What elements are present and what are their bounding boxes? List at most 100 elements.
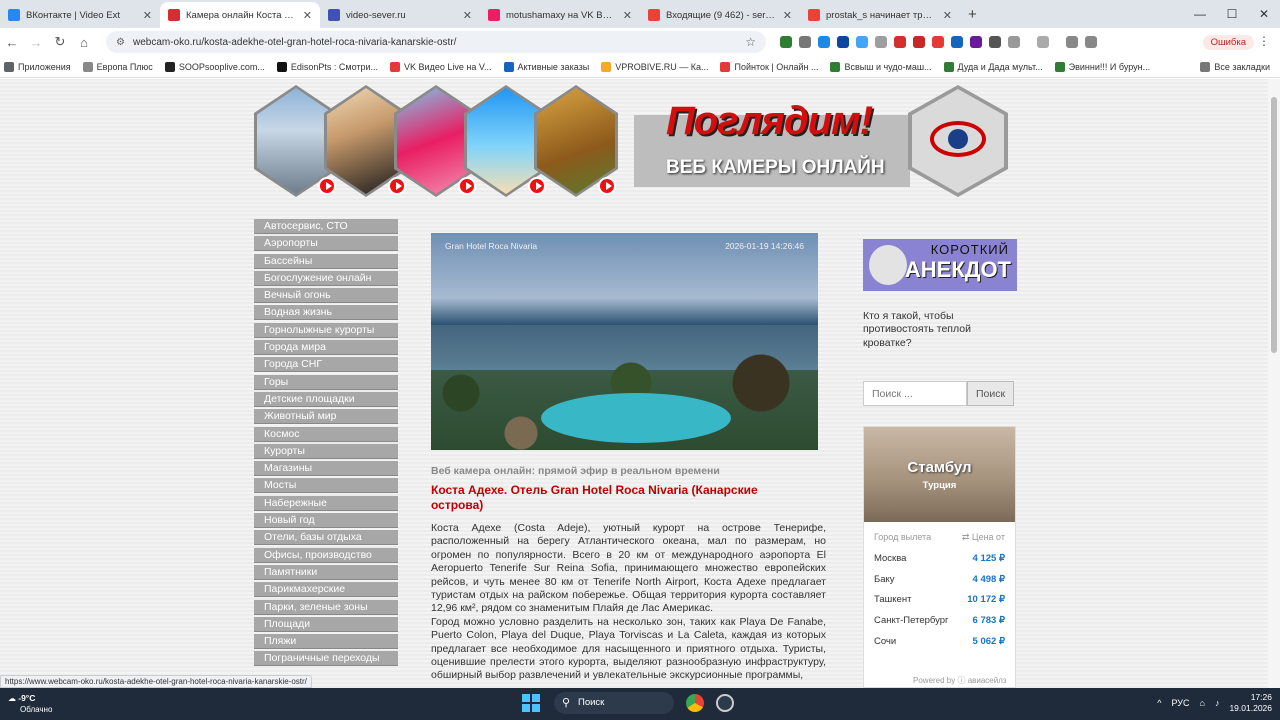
reload-icon[interactable]: ↻ — [48, 34, 72, 50]
extension-icon[interactable] — [894, 36, 906, 48]
clock[interactable]: 17:26 19.01.2026 — [1229, 692, 1272, 714]
media-icon[interactable] — [1085, 36, 1097, 48]
new-tab-button[interactable]: + — [968, 2, 977, 28]
bookmark-star-icon[interactable]: ☆ — [745, 35, 756, 49]
browser-tab[interactable]: prostak_s начинает трансляцию ✕ — [800, 2, 960, 28]
profile-error-button[interactable]: Ошибка — [1202, 34, 1254, 50]
category-menu-item[interactable]: Пляжи — [254, 634, 398, 650]
flight-row[interactable]: Москва 4 125 ₽ — [864, 549, 1015, 570]
weather-widget[interactable]: ☁ -9°C Облачно — [8, 693, 52, 715]
download-icon[interactable] — [1066, 36, 1078, 48]
browser-tab[interactable]: video-sever.ru ✕ — [320, 2, 480, 28]
category-menu-item[interactable]: Горы — [254, 374, 398, 390]
bookmark-item[interactable]: Дуда и Дада мульт... — [943, 61, 1043, 72]
category-menu-item[interactable]: Животный мир — [254, 409, 398, 425]
close-window-button[interactable]: ✕ — [1248, 7, 1280, 21]
bookmark-item[interactable]: VK Видео Live на V... — [390, 61, 492, 72]
scrollbar-thumb[interactable] — [1271, 97, 1277, 353]
bookmark-item[interactable]: Европа Плюс — [82, 61, 153, 72]
category-menu-item[interactable]: Богослужение онлайн — [254, 270, 398, 286]
browser-tab[interactable]: Камера онлайн Коста Адехе. О ✕ — [160, 2, 320, 28]
play-icon[interactable] — [528, 177, 546, 195]
page-scrollbar[interactable] — [1268, 79, 1280, 688]
extension-icon[interactable] — [875, 36, 887, 48]
flight-row[interactable]: Баку 4 498 ₽ — [864, 570, 1015, 591]
browser-tab[interactable]: Входящие (9 462) - sergei1402 ✕ — [640, 2, 800, 28]
tab-close-icon[interactable]: ✕ — [943, 9, 952, 22]
flight-row[interactable]: Ташкент 10 172 ₽ — [864, 590, 1015, 611]
extension-icon[interactable] — [818, 36, 830, 48]
category-menu-item[interactable]: Водная жизнь — [254, 305, 398, 321]
category-menu-item[interactable]: Офисы, производство — [254, 547, 398, 563]
category-menu-item[interactable]: Памятники — [254, 564, 398, 580]
istanbul-image[interactable]: Стамбул Турция — [864, 427, 1015, 522]
bookmark-item[interactable]: Всвыш и чудо-маш... — [830, 61, 932, 72]
category-menu-item[interactable]: Набережные — [254, 495, 398, 511]
network-icon[interactable]: ⌂ — [1200, 698, 1205, 708]
category-menu-item[interactable]: Города СНГ — [254, 357, 398, 373]
tab-close-icon[interactable]: ✕ — [463, 9, 472, 22]
extension-icon[interactable] — [837, 36, 849, 48]
category-menu-item[interactable]: Мосты — [254, 478, 398, 494]
play-icon[interactable] — [458, 177, 476, 195]
language-indicator[interactable]: РУС — [1171, 698, 1189, 708]
browser-tab[interactable]: ВКонтакте | Video Ext ✕ — [0, 2, 160, 28]
volume-icon[interactable]: ♪ — [1215, 698, 1220, 708]
extension-icon[interactable] — [932, 36, 944, 48]
extension-icon[interactable] — [913, 36, 925, 48]
search-input[interactable] — [863, 381, 967, 406]
extension-icon[interactable] — [951, 36, 963, 48]
category-menu-item[interactable]: Горнолыжные курорты — [254, 322, 398, 338]
bookmark-item[interactable]: Пойнток | Онлайн ... — [720, 61, 818, 72]
browser-tab[interactable]: motushamaxy на VK Видео Live ✕ — [480, 2, 640, 28]
category-menu-item[interactable]: Отели, базы отдыха — [254, 530, 398, 546]
taskbar-search[interactable]: Поиск — [554, 692, 674, 714]
extension-icon[interactable] — [970, 36, 982, 48]
maximize-button[interactable]: ☐ — [1216, 7, 1248, 21]
address-bar[interactable]: ⚙ webcam-oko.ru/kosta-adekhe-otel-gran-h… — [106, 31, 766, 53]
category-menu-item[interactable]: Детские площадки — [254, 391, 398, 407]
tab-close-icon[interactable]: ✕ — [143, 9, 152, 22]
category-menu-item[interactable]: Новый год — [254, 513, 398, 529]
flight-row[interactable]: Санкт-Петербург 6 783 ₽ — [864, 611, 1015, 632]
all-bookmarks[interactable]: Все закладки — [1200, 61, 1270, 72]
tray-chevron-icon[interactable]: ^ — [1157, 698, 1161, 708]
tab-close-icon[interactable]: ✕ — [783, 9, 792, 22]
bookmark-item[interactable]: VPROBIVE.RU — Ка... — [601, 61, 708, 72]
tab-close-icon[interactable]: ✕ — [303, 9, 312, 22]
search-button[interactable]: Поиск — [967, 381, 1014, 406]
bookmark-item[interactable]: Приложения — [4, 61, 71, 72]
flight-row[interactable]: Сочи 5 062 ₽ — [864, 632, 1015, 653]
play-icon[interactable] — [318, 177, 336, 195]
extension-icon[interactable] — [799, 36, 811, 48]
category-menu-item[interactable]: Автосервис, СТО — [254, 219, 398, 234]
back-icon[interactable]: ← — [0, 35, 24, 50]
bookmark-item[interactable]: EdisonPts : Смотри... — [276, 61, 378, 72]
forward-icon[interactable]: → — [24, 35, 48, 50]
category-menu-item[interactable]: Парки, зеленые зоны — [254, 599, 398, 615]
extension-icon[interactable] — [780, 36, 792, 48]
category-menu-item[interactable]: Аэропорты — [254, 236, 398, 252]
extension-icon[interactable] — [856, 36, 868, 48]
side-panel-icon[interactable] — [1037, 36, 1049, 48]
play-icon[interactable] — [598, 177, 616, 195]
extension-icon[interactable] — [989, 36, 1001, 48]
bookmark-item[interactable]: SOOPsooplive.com... — [164, 61, 265, 72]
category-menu-item[interactable]: Бассейны — [254, 253, 398, 269]
site-logo-title[interactable]: Поглядим! — [666, 99, 873, 144]
category-menu-item[interactable]: Вечный огонь — [254, 288, 398, 304]
category-menu-item[interactable]: Космос — [254, 426, 398, 442]
app-icon[interactable] — [716, 694, 734, 712]
category-menu-item[interactable]: Курорты — [254, 443, 398, 459]
category-menu-item[interactable]: Магазины — [254, 461, 398, 477]
site-info-icon[interactable]: ⚙ — [116, 37, 125, 48]
play-icon[interactable] — [388, 177, 406, 195]
bookmark-item[interactable]: Эвинни!!! И бурун... — [1054, 61, 1150, 72]
minimize-button[interactable]: — — [1184, 7, 1216, 21]
site-header[interactable]: Поглядим! ВЕБ КАМЕРЫ ОНЛАЙН — [254, 85, 1008, 199]
joke-banner[interactable]: КОРОТКИЙ АНЕКДОТ — [863, 239, 1017, 291]
category-menu-item[interactable]: Парикмахерские — [254, 582, 398, 598]
home-icon[interactable]: ⌂ — [72, 35, 96, 50]
category-menu-item[interactable]: Города мира — [254, 340, 398, 356]
chrome-icon[interactable] — [686, 694, 704, 712]
